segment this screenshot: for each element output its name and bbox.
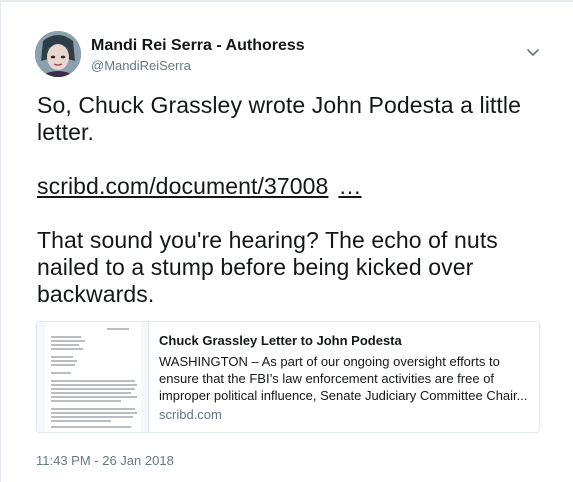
- handle[interactable]: @MandiReiSerra: [91, 57, 305, 75]
- link-card[interactable]: Chuck Grassley Letter to John Podesta WA…: [36, 321, 540, 433]
- tweet-text-line1: So, Chuck Grassley wrote John Podesta a …: [37, 92, 521, 145]
- card-thumbnail[interactable]: [37, 322, 149, 432]
- tweet-timestamp[interactable]: 11:43 PM - 26 Jan 2018: [36, 453, 174, 469]
- display-name[interactable]: Mandi Rei Serra - Authoress: [91, 36, 305, 56]
- tweet-text-line2: That sound you're hearing? The echo of n…: [37, 227, 498, 307]
- avatar[interactable]: [35, 31, 81, 77]
- chevron-down-icon[interactable]: [523, 42, 543, 62]
- card-body: Chuck Grassley Letter to John Podesta WA…: [149, 322, 539, 432]
- tweet-link-line: scribd.com/document/37008 …: [37, 173, 557, 200]
- tweet: Mandi Rei Serra - Authoress @MandiReiSer…: [0, 0, 573, 482]
- card-title[interactable]: Chuck Grassley Letter to John Podesta: [159, 332, 529, 349]
- tweet-text: So, Chuck Grassley wrote John Podesta a …: [37, 92, 557, 308]
- card-description: WASHINGTON – As part of our ongoing over…: [159, 354, 528, 403]
- tweet-link[interactable]: scribd.com/document/37008: [37, 173, 328, 199]
- author-info: Mandi Rei Serra - Authoress @MandiReiSer…: [91, 36, 305, 75]
- card-domain: scribd.com: [159, 407, 222, 422]
- tweet-link-ellipsis[interactable]: …: [338, 173, 361, 199]
